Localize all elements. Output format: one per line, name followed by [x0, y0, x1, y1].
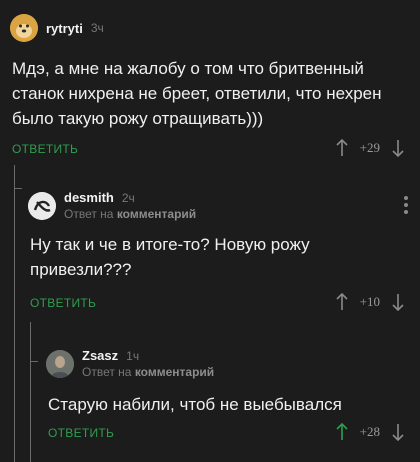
- more-options-icon[interactable]: [404, 196, 408, 214]
- comment-text: Старую набили, чтоб не выебывался: [48, 395, 342, 414]
- comment-meta: Zsasz 1ч Ответ на комментарий: [74, 348, 214, 379]
- avatar[interactable]: [46, 349, 74, 378]
- reply-button[interactable]: ОТВЕТИТЬ: [30, 296, 96, 310]
- comment-meta: desmith 2ч Ответ на комментарий: [56, 190, 196, 221]
- vote-controls: +29: [334, 138, 406, 158]
- comment: rytryti 3ч Мдэ, а мне на жалобу о том чт…: [0, 0, 420, 170]
- comment-header: rytryti 3ч: [10, 14, 104, 42]
- reply-to-label: Ответ на комментарий: [64, 207, 196, 221]
- comment-text: Мдэ, а мне на жалобу о том что бритвенны…: [12, 59, 382, 128]
- vote-controls: +28: [334, 422, 406, 442]
- rating: +29: [359, 140, 380, 155]
- photo-avatar-icon: [46, 349, 74, 378]
- upvote-icon[interactable]: [334, 292, 350, 312]
- rating: +28: [359, 424, 380, 439]
- comment-text: Ну так и че в итоге-то? Новую рожу приве…: [30, 235, 310, 279]
- reply-button[interactable]: ОТВЕТИТЬ: [12, 142, 78, 156]
- avatar[interactable]: [10, 14, 38, 42]
- timestamp: 1ч: [126, 349, 140, 363]
- comment-header: desmith 2ч Ответ на комментарий: [28, 190, 196, 221]
- reply-to-link[interactable]: комментарий: [135, 365, 214, 379]
- comment: desmith 2ч Ответ на комментарий Ну так и…: [0, 178, 420, 328]
- timestamp: 3ч: [90, 21, 104, 35]
- timestamp: 2ч: [121, 191, 135, 205]
- reply-to-link[interactable]: комментарий: [117, 207, 196, 221]
- comment-header: Zsasz 1ч Ответ на комментарий: [46, 348, 214, 379]
- downvote-icon[interactable]: [390, 292, 406, 312]
- username[interactable]: rytryti: [46, 21, 83, 36]
- username[interactable]: desmith: [64, 190, 114, 205]
- reply-to-prefix: Ответ на: [82, 365, 132, 379]
- rating: +10: [359, 294, 380, 309]
- reply-to-label: Ответ на комментарий: [82, 365, 214, 379]
- upvote-icon[interactable]: [334, 422, 350, 442]
- doge-avatar-icon: [10, 14, 38, 42]
- comment: Zsasz 1ч Ответ на комментарий Старую наб…: [0, 334, 420, 462]
- avatar[interactable]: [28, 191, 56, 220]
- downvote-icon[interactable]: [390, 138, 406, 158]
- vote-controls: +10: [334, 292, 406, 312]
- reply-button[interactable]: ОТВЕТИТЬ: [48, 426, 114, 440]
- reply-to-prefix: Ответ на: [64, 207, 114, 221]
- downvote-icon[interactable]: [390, 422, 406, 442]
- knot-avatar-icon: [28, 191, 56, 220]
- username[interactable]: Zsasz: [82, 348, 118, 363]
- upvote-icon[interactable]: [334, 138, 350, 158]
